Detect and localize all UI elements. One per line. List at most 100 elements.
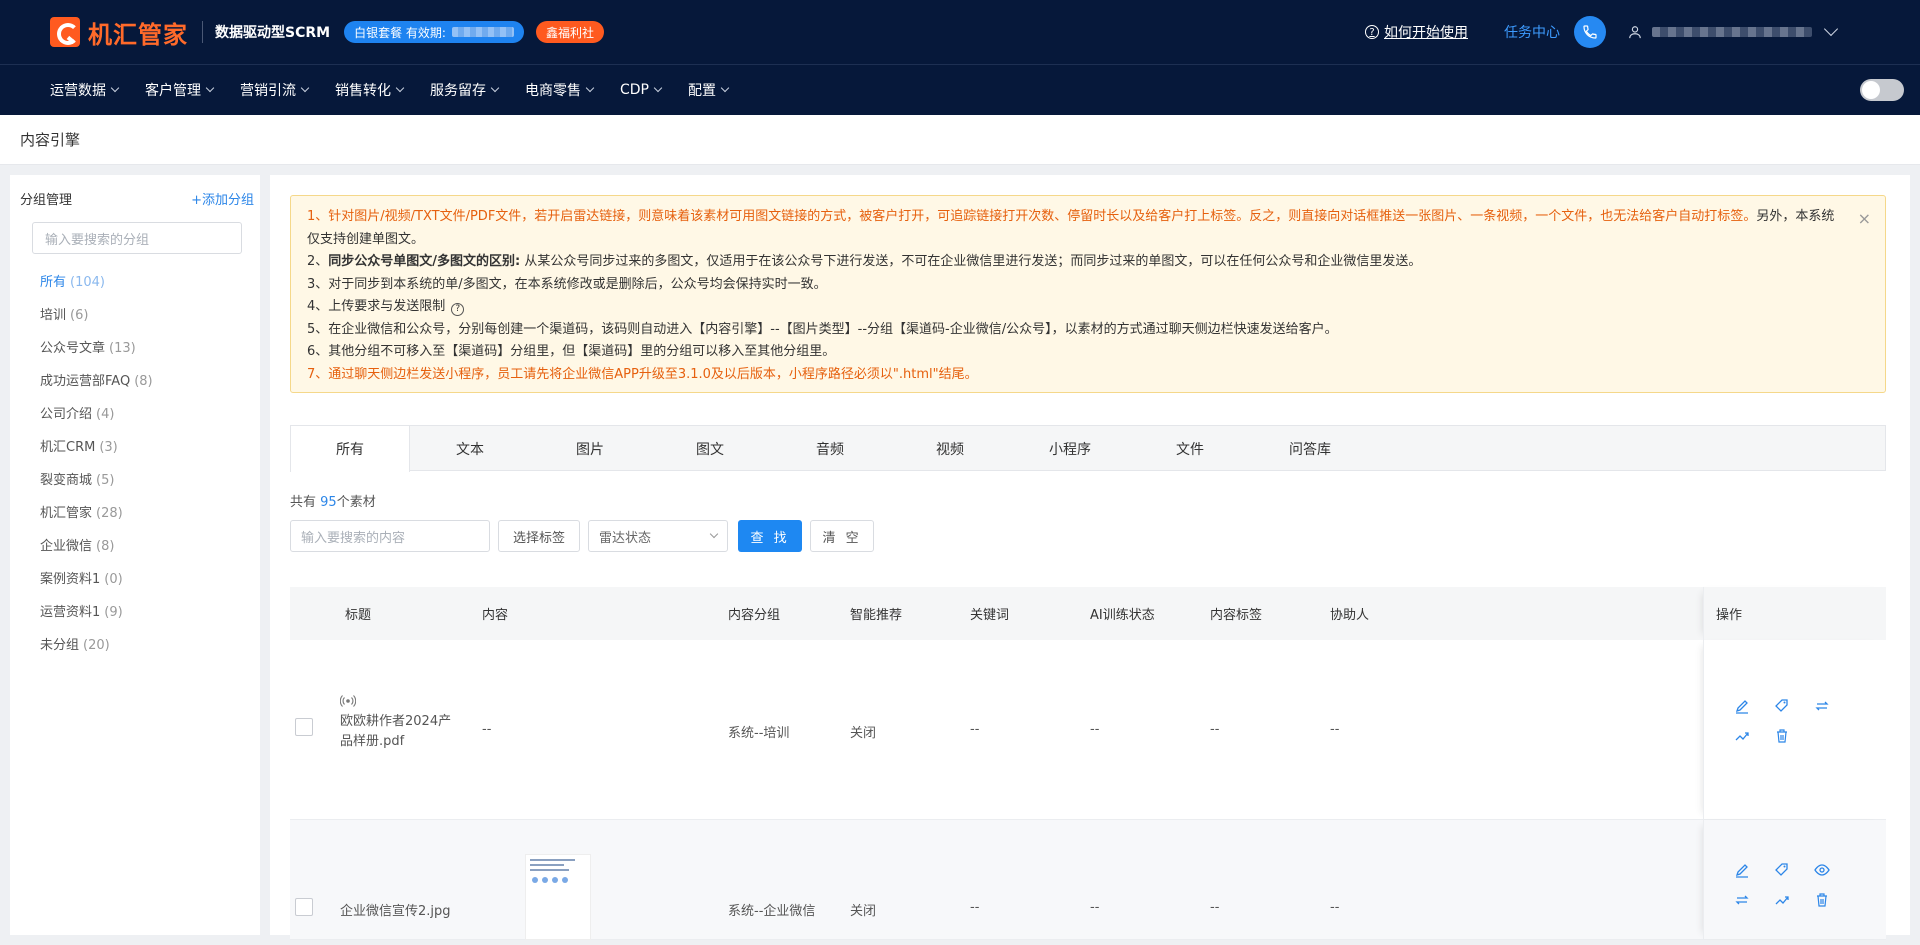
tab-video[interactable]: 视频 — [890, 426, 1010, 472]
group-item-wecom[interactable]: 企业微信 (8) — [10, 536, 260, 569]
group-item-articles[interactable]: 公众号文章 (13) — [10, 338, 260, 371]
thumb-deco — [552, 877, 558, 883]
group-item-jihui[interactable]: 机汇管家 (28) — [10, 503, 260, 536]
logo[interactable]: 机汇管家 — [50, 15, 188, 50]
notice-box: 1、针对图片/视频/TXT文件/PDF文件，若开启雷达链接，则意味着该素材可用图… — [290, 195, 1886, 393]
nav-item-cdp[interactable]: CDP — [620, 82, 663, 98]
tag-icon[interactable] — [1774, 862, 1790, 878]
row-checkbox[interactable] — [295, 718, 313, 736]
trend-icon[interactable] — [1774, 892, 1790, 908]
notice-text: 从某公众号同步过来的多图文，仅适用于在该公众号下进行发送，不可在企业微信里进行发… — [520, 254, 1422, 269]
move-icon[interactable] — [1814, 698, 1830, 714]
tab-qa[interactable]: 问答库 — [1250, 426, 1370, 472]
nav-item-marketing[interactable]: 营销引流 — [240, 80, 310, 100]
row-title[interactable]: 欧欧耕作者2024产 品样册.pdf — [340, 712, 460, 752]
package-badge: 白银套餐 有效期: — [344, 21, 524, 43]
group-search-input[interactable]: 输入要搜索的分组 — [32, 222, 242, 254]
nav-item-config[interactable]: 配置 — [688, 80, 730, 100]
package-label: 白银套餐 有效期: — [354, 25, 446, 40]
nav-item-customer[interactable]: 客户管理 — [145, 80, 215, 100]
nav-label: 客户管理 — [145, 83, 201, 99]
add-group-button[interactable]: +添加分组 — [191, 189, 254, 208]
row-title[interactable]: 企业微信宣传2.jpg — [340, 900, 451, 919]
search-placeholder: 输入要搜索的内容 — [301, 530, 406, 546]
group-item-crm[interactable]: 机汇CRM (3) — [10, 437, 260, 470]
username-blurred[interactable] — [1652, 27, 1812, 37]
radar-status-select[interactable]: 雷达状态 — [588, 520, 729, 552]
action-icons — [1734, 698, 1854, 744]
tag-icon[interactable] — [1774, 698, 1790, 714]
header-right: ? 如何开始使用 任务中心 — [1365, 0, 1920, 64]
nav-item-sales[interactable]: 销售转化 — [335, 80, 405, 100]
clear-button[interactable]: 清 空 — [810, 520, 875, 552]
nav-item-service[interactable]: 服务留存 — [430, 80, 500, 100]
group-name: 裂变商城 — [40, 473, 93, 488]
select-tag-button[interactable]: 选择标签 — [498, 520, 581, 552]
theme-toggle[interactable] — [1860, 79, 1904, 101]
content-search-input[interactable]: 输入要搜索的内容 — [290, 520, 490, 552]
notice-text: 4、上传要求与发送限制 — [307, 299, 446, 314]
group-item-cases[interactable]: 案例资料1 (0) — [10, 569, 260, 602]
tab-file[interactable]: 文件 — [1130, 426, 1250, 472]
welfare-badge[interactable]: 鑫福利社 — [535, 21, 604, 43]
group-item-faq[interactable]: 成功运营部FAQ (8) — [10, 371, 260, 404]
nav-label: 配置 — [688, 83, 716, 99]
group-count: (0) — [104, 572, 123, 587]
group-item-mall[interactable]: 裂变商城 (5) — [10, 470, 260, 503]
table-header: 标题 内容 内容分组 智能推荐 关键词 AI训练状态 内容标签 协助人 操作 — [290, 587, 1886, 640]
group-item-ops[interactable]: 运营资料1 (9) — [10, 602, 260, 635]
move-icon[interactable] — [1734, 892, 1750, 908]
tab-text[interactable]: 文本 — [410, 426, 530, 472]
group-name: 机汇CRM — [40, 440, 96, 455]
edit-icon[interactable] — [1734, 862, 1750, 878]
group-item-company[interactable]: 公司介绍 (4) — [10, 404, 260, 437]
group-item-all[interactable]: 所有 (104) — [10, 272, 260, 305]
group-item-ungrouped[interactable]: 未分组 (20) — [10, 635, 260, 668]
notice-bold: 同步公众号单图文/多图文的区别: — [328, 254, 521, 269]
tab-article[interactable]: 图文 — [650, 426, 770, 472]
close-icon[interactable]: × — [1858, 208, 1871, 231]
tab-image[interactable]: 图片 — [530, 426, 650, 472]
title-line: 品样册.pdf — [340, 734, 405, 749]
expiry-blurred — [451, 27, 514, 37]
help-link[interactable]: ? 如何开始使用 — [1365, 22, 1468, 42]
group-count: (5) — [96, 473, 115, 488]
row-tags: -- — [1210, 900, 1220, 915]
action-icons — [1734, 862, 1854, 908]
chevron-down-icon — [709, 529, 719, 539]
group-count: (6) — [70, 308, 89, 323]
nav-item-ecommerce[interactable]: 电商零售 — [525, 80, 595, 100]
sidebar-header: 分组管理 +添加分组 — [10, 175, 260, 208]
row-actions — [1703, 640, 1886, 819]
group-count: (8) — [96, 539, 115, 554]
row-checkbox[interactable] — [295, 898, 313, 916]
table-row: 欧欧耕作者2024产 品样册.pdf -- 系统--培训 关闭 -- -- --… — [290, 640, 1886, 820]
edit-icon[interactable] — [1734, 698, 1750, 714]
eye-icon[interactable] — [1814, 862, 1830, 878]
group-count: (4) — [96, 407, 115, 422]
group-name: 企业微信 — [40, 539, 93, 554]
trash-icon[interactable] — [1814, 892, 1830, 908]
trash-icon[interactable] — [1774, 728, 1790, 744]
search-button[interactable]: 查 找 — [738, 520, 803, 552]
chevron-down-icon[interactable] — [1823, 21, 1839, 37]
table-row: 企业微信宣传2.jpg 系统--企业微信 关闭 -- -- -- -- — [290, 820, 1886, 940]
group-name: 公众号文章 — [40, 341, 106, 356]
group-name: 公司介绍 — [40, 407, 93, 422]
task-center-link[interactable]: 任务中心 — [1504, 22, 1560, 42]
notice-line-1: 1、针对图片/视频/TXT文件/PDF文件，若开启雷达链接，则意味着该素材可用图… — [307, 206, 1845, 251]
group-item-training[interactable]: 培训 (6) — [10, 305, 260, 338]
col-tags: 内容标签 — [1210, 608, 1263, 623]
notice-line-6: 6、其他分组不可移入至【渠道码】分组里，但【渠道码】里的分组可以移入至其他分组里… — [307, 344, 836, 359]
phone-button[interactable] — [1574, 16, 1606, 48]
tab-audio[interactable]: 音频 — [770, 426, 890, 472]
op-column-header: 操作 — [1703, 587, 1886, 640]
nav-item-ops-data[interactable]: 运营数据 — [50, 80, 120, 100]
thumb-deco — [532, 877, 538, 883]
tab-all[interactable]: 所有 — [290, 425, 410, 472]
count-suffix: 个素材 — [336, 495, 376, 510]
image-thumbnail[interactable] — [525, 854, 591, 940]
trend-icon[interactable] — [1734, 728, 1750, 744]
tab-miniprogram[interactable]: 小程序 — [1010, 426, 1130, 472]
question-icon[interactable]: ? — [451, 302, 465, 316]
